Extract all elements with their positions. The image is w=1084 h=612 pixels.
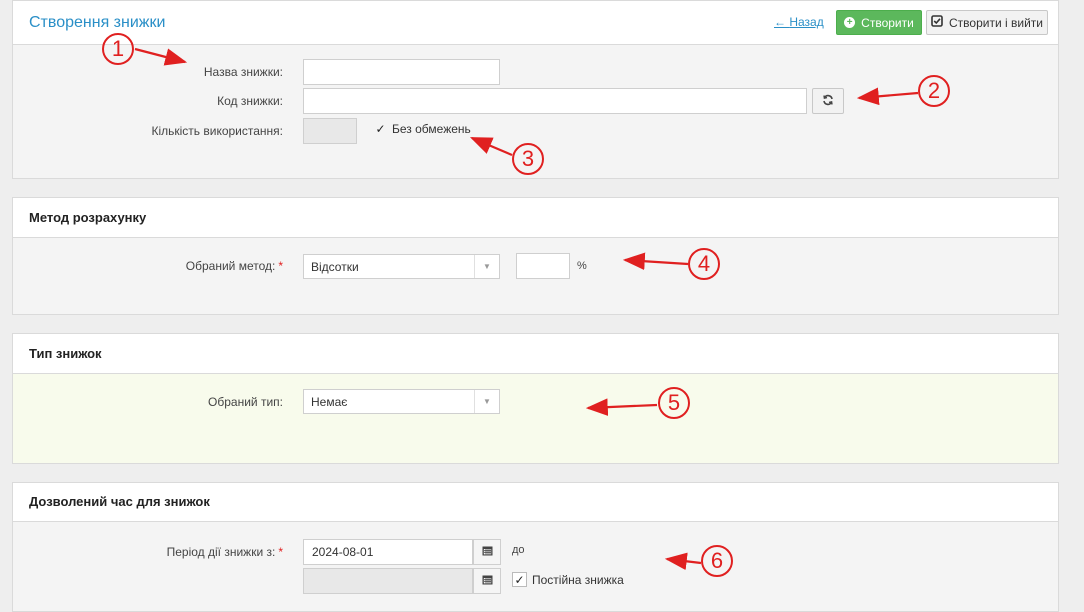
calc-method-title: Метод розрахунку bbox=[29, 210, 147, 225]
unlimited-label: Без обмежень bbox=[392, 122, 471, 136]
type-label: Обраний тип: bbox=[208, 395, 283, 409]
annotation-5: 5 bbox=[658, 387, 690, 419]
create-button[interactable]: + Створити bbox=[836, 10, 922, 35]
dropdown-arrow-icon: ▼ bbox=[474, 390, 499, 413]
period-to-label: до bbox=[512, 544, 525, 556]
back-link[interactable]: ← Назад bbox=[774, 15, 824, 29]
discount-name-label: Назва знижки: bbox=[203, 65, 283, 79]
back-arrow-icon: ← bbox=[774, 15, 786, 29]
method-label: Обраний метод: * bbox=[185, 259, 283, 273]
dropdown-arrow-icon: ▼ bbox=[474, 255, 499, 278]
period-label: Період дії знижки з: * bbox=[166, 545, 283, 559]
allowed-time-header: Дозволений час для знижок bbox=[13, 483, 1058, 522]
calendar-icon bbox=[482, 545, 493, 559]
check-square-icon bbox=[931, 15, 943, 30]
calendar-icon bbox=[482, 574, 493, 588]
calc-method-header: Метод розрахунку bbox=[13, 198, 1058, 238]
discount-amount-input[interactable] bbox=[516, 253, 570, 279]
annotation-2: 2 bbox=[918, 75, 950, 107]
discount-type-header: Тип знижок bbox=[13, 334, 1058, 374]
unlimited-checkbox[interactable]: ✓ Без обмежень bbox=[374, 122, 471, 136]
discount-code-label: Код знижки: bbox=[217, 94, 283, 108]
annotation-3: 3 bbox=[512, 143, 544, 175]
allowed-time-title: Дозволений час для знижок bbox=[29, 494, 210, 509]
checkmark-icon: ✓ bbox=[512, 572, 527, 587]
page-header: Створення знижки ← Назад + Створити Ство… bbox=[13, 1, 1058, 45]
period-from-input[interactable] bbox=[303, 539, 473, 565]
checkmark-icon: ✓ bbox=[375, 122, 386, 136]
method-select-value: Відсотки bbox=[311, 259, 359, 274]
create-button-label: Створити bbox=[861, 15, 914, 30]
period-from-calendar-button[interactable] bbox=[473, 539, 501, 565]
annotation-1: 1 bbox=[102, 33, 134, 65]
discount-code-input[interactable] bbox=[303, 88, 807, 114]
back-link-label: Назад bbox=[789, 15, 824, 29]
allowed-time-panel: Дозволений час для знижок Період дії зни… bbox=[12, 482, 1059, 612]
period-to-input[interactable] bbox=[303, 568, 473, 594]
percent-unit: % bbox=[577, 260, 587, 272]
permanent-checkbox[interactable]: ✓ Постійна знижка bbox=[512, 572, 624, 587]
calc-method-panel: Метод розрахунку Обраний метод: * Відсотк… bbox=[12, 197, 1059, 315]
plus-circle-icon: + bbox=[844, 17, 856, 28]
usage-count-input[interactable] bbox=[303, 118, 357, 144]
permanent-label: Постійна знижка bbox=[532, 572, 624, 587]
period-to-calendar-button[interactable] bbox=[473, 568, 501, 594]
type-select[interactable]: Немає ▼ bbox=[303, 389, 500, 414]
discount-name-input[interactable] bbox=[303, 59, 500, 85]
usage-count-label: Кількість використання: bbox=[151, 124, 283, 138]
page-title: Створення знижки bbox=[29, 14, 166, 31]
discount-type-panel: Тип знижок Обраний тип: Немає ▼ bbox=[12, 333, 1059, 464]
method-select[interactable]: Відсотки ▼ bbox=[303, 254, 500, 279]
refresh-icon bbox=[822, 94, 834, 109]
annotation-6: 6 bbox=[701, 545, 733, 577]
create-and-exit-label: Створити і вийти bbox=[949, 15, 1043, 30]
create-and-exit-button[interactable]: Створити і вийти bbox=[926, 10, 1048, 35]
generate-code-button[interactable] bbox=[812, 88, 844, 114]
type-select-value: Немає bbox=[311, 394, 348, 409]
annotation-4: 4 bbox=[688, 248, 720, 280]
discount-type-title: Тип знижок bbox=[29, 346, 102, 361]
